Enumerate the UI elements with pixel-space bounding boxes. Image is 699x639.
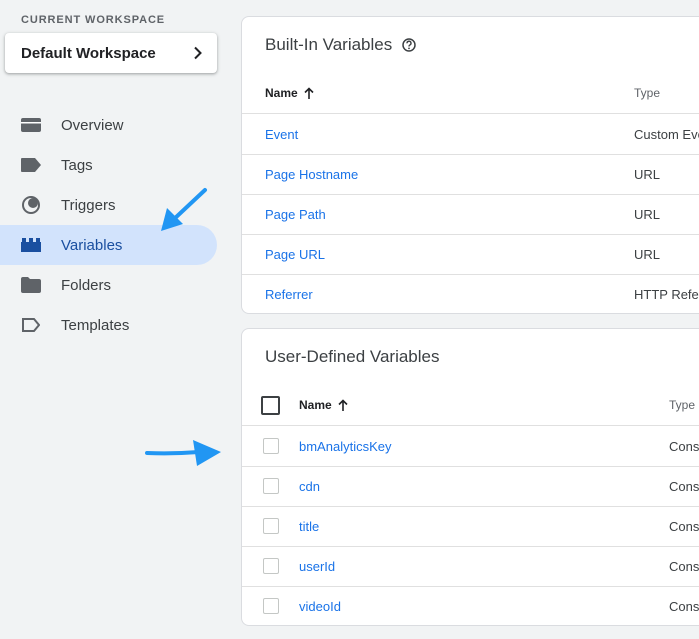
column-type-label: Type <box>669 398 696 412</box>
folder-icon <box>21 275 41 295</box>
column-name-label: Name <box>299 398 332 412</box>
overview-icon <box>21 115 41 135</box>
arrow-up-icon <box>304 87 314 99</box>
table-row[interactable]: cdn Cons <box>242 466 699 507</box>
sidebar-item-templates[interactable]: Templates <box>0 305 217 345</box>
variable-type: Cons <box>669 559 699 574</box>
sort-name-header[interactable]: Name <box>299 398 348 412</box>
variable-type: URL <box>634 167 661 182</box>
table-row[interactable]: Page Path URL <box>242 194 699 235</box>
sidebar-item-label: Tags <box>61 156 93 174</box>
chevron-right-icon <box>193 46 203 60</box>
variable-name-link[interactable]: Event <box>265 127 298 142</box>
workspace-name: Default Workspace <box>21 44 156 62</box>
table-row[interactable]: userId Cons <box>242 546 699 587</box>
variable-name-link[interactable]: title <box>299 519 319 534</box>
variable-name-link[interactable]: Page Path <box>265 207 326 222</box>
builtin-title: Built-In Variables <box>265 35 393 54</box>
variables-icon <box>21 235 41 255</box>
variable-name-link[interactable]: Page URL <box>265 247 325 262</box>
help-icon[interactable] <box>402 38 416 52</box>
table-row[interactable]: videoId Cons <box>242 586 699 625</box>
table-row[interactable]: bmAnalyticsKey Cons <box>242 426 699 467</box>
select-all-checkbox[interactable] <box>261 396 280 415</box>
sidebar-item-tags[interactable]: Tags <box>0 145 217 185</box>
trigger-icon <box>21 195 41 215</box>
variable-type: Cons <box>669 519 699 534</box>
variable-name-link[interactable]: cdn <box>299 479 320 494</box>
annotation-arrow <box>145 440 221 466</box>
sidebar-item-overview[interactable]: Overview <box>0 105 217 145</box>
sidebar-item-label: Variables <box>61 236 123 254</box>
variable-name-link[interactable]: bmAnalyticsKey <box>299 439 391 454</box>
arrow-up-icon <box>338 399 348 411</box>
variable-type: URL <box>634 207 661 222</box>
sidebar-item-label: Overview <box>61 116 124 134</box>
column-name-label: Name <box>265 86 298 100</box>
variable-name-link[interactable]: userId <box>299 559 335 574</box>
variable-type: Custom Eve <box>634 127 699 142</box>
row-checkbox[interactable] <box>263 558 279 574</box>
table-header: Name Type <box>242 73 699 114</box>
sort-name-header[interactable]: Name <box>265 86 314 100</box>
template-icon <box>21 315 41 335</box>
column-type-label: Type <box>634 86 661 100</box>
card-title: Built-In Variables <box>265 35 416 55</box>
variable-type: Cons <box>669 439 699 454</box>
workspace-label: CURRENT WORKSPACE <box>21 14 166 26</box>
table-row[interactable]: Event Custom Eve <box>242 114 699 155</box>
user-defined-variables-card: User-Defined Variables Name Type bmAnaly… <box>241 328 699 626</box>
variable-name-link[interactable]: Page Hostname <box>265 167 358 182</box>
sidebar-item-label: Templates <box>61 316 130 334</box>
variable-type: URL <box>634 247 661 262</box>
workspace-selector[interactable]: Default Workspace <box>5 33 217 73</box>
table-row[interactable]: title Cons <box>242 506 699 547</box>
variable-name-link[interactable]: Referrer <box>265 287 313 302</box>
variable-type: Cons <box>669 599 699 614</box>
table-row[interactable]: Page Hostname URL <box>242 154 699 195</box>
variable-type: HTTP Refe <box>634 287 699 302</box>
table-row[interactable]: Page URL URL <box>242 234 699 275</box>
row-checkbox[interactable] <box>263 478 279 494</box>
table-header: Name Type <box>242 385 699 426</box>
row-checkbox[interactable] <box>263 438 279 454</box>
builtin-variables-card: Built-In Variables Name Type Event Custo… <box>241 16 699 314</box>
tag-icon <box>21 155 41 175</box>
variable-type: Cons <box>669 479 699 494</box>
sidebar-item-label: Triggers <box>61 196 116 214</box>
variable-name-link[interactable]: videoId <box>299 599 341 614</box>
sidebar-item-folders[interactable]: Folders <box>0 265 217 305</box>
annotation-arrow <box>161 188 207 231</box>
user-defined-title: User-Defined Variables <box>265 347 440 366</box>
row-checkbox[interactable] <box>263 598 279 614</box>
sidebar-item-label: Folders <box>61 276 112 294</box>
table-row[interactable]: Referrer HTTP Refe <box>242 274 699 313</box>
row-checkbox[interactable] <box>263 518 279 534</box>
